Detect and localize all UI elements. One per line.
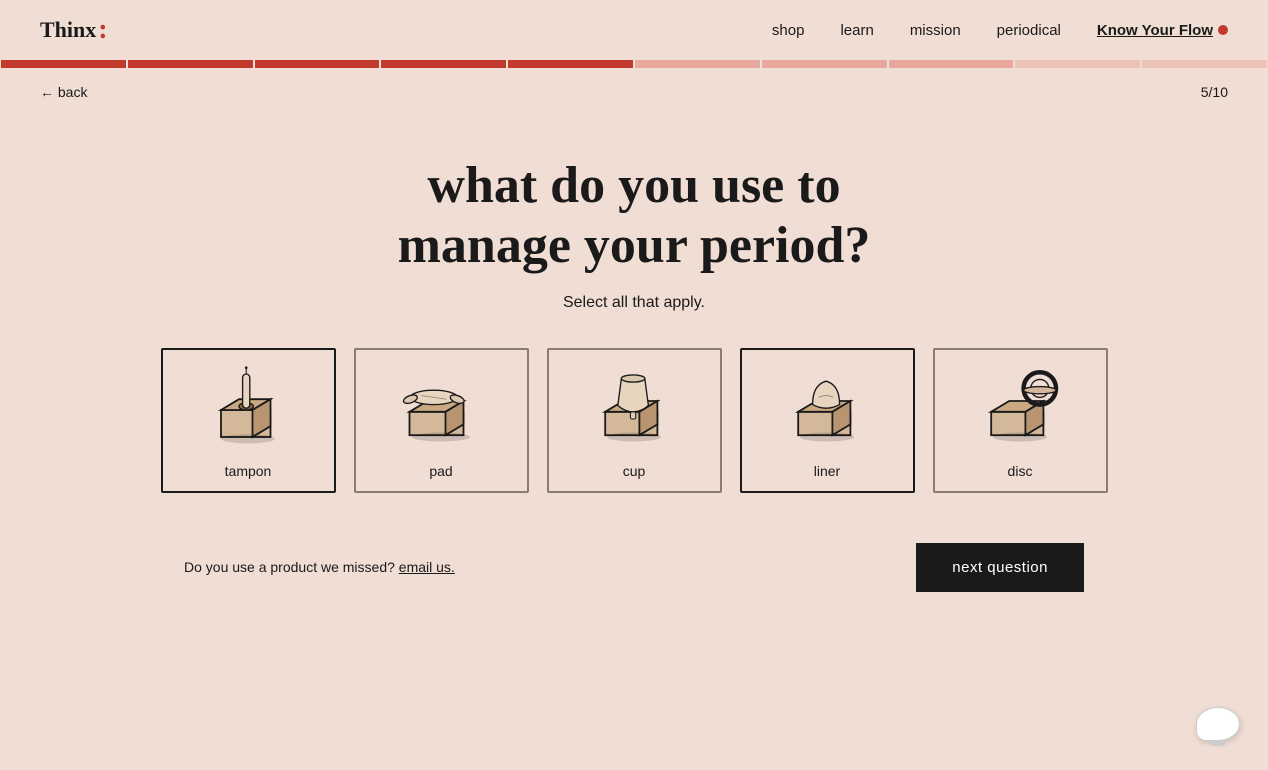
progress-seg-4 <box>381 60 506 68</box>
pad-label: pad <box>429 463 452 479</box>
tampon-icon <box>198 358 298 453</box>
nav-mission[interactable]: mission <box>910 22 961 39</box>
progress-seg-3 <box>255 60 380 68</box>
tampon-label: tampon <box>225 463 272 479</box>
logo[interactable]: Thinx: <box>40 16 108 44</box>
logo-dot: : <box>98 16 107 44</box>
logo-text: Thinx <box>40 17 96 43</box>
question-subtitle: Select all that apply. <box>563 294 705 312</box>
progress-bar <box>0 60 1268 68</box>
nav-kyf[interactable]: Know Your Flow <box>1097 22 1228 39</box>
chat-bubble <box>1196 707 1240 741</box>
next-question-button[interactable]: next question <box>916 543 1084 592</box>
nav-shop[interactable]: shop <box>772 22 805 39</box>
disc-icon <box>970 358 1070 453</box>
options-grid: tampon <box>161 348 1108 493</box>
option-pad[interactable]: pad <box>354 348 529 493</box>
progress-seg-8 <box>889 60 1014 68</box>
disc-label: disc <box>1008 463 1033 479</box>
progress-seg-6 <box>635 60 760 68</box>
nav-links: shop learn mission periodical Know Your … <box>772 22 1228 39</box>
nav-row: ← back 5/10 <box>0 68 1268 116</box>
email-us-link[interactable]: email us. <box>399 559 455 575</box>
back-button[interactable]: ← back <box>40 84 87 100</box>
option-liner[interactable]: liner <box>740 348 915 493</box>
main-content: what do you use to manage your period? S… <box>0 116 1268 622</box>
option-cup[interactable]: cup <box>547 348 722 493</box>
cup-label: cup <box>623 463 646 479</box>
progress-counter: 5/10 <box>1201 84 1228 100</box>
option-tampon[interactable]: tampon <box>161 348 336 493</box>
liner-icon <box>777 358 877 453</box>
question-title-line1: what do you use to <box>427 157 840 214</box>
kyf-dot-indicator <box>1218 25 1228 35</box>
nav-periodical[interactable]: periodical <box>997 22 1061 39</box>
cup-icon <box>584 358 684 453</box>
question-title-line2: manage your period? <box>398 217 871 274</box>
missed-product-text: Do you use a product we missed? email us… <box>184 559 455 575</box>
liner-label: liner <box>814 463 840 479</box>
nav-learn[interactable]: learn <box>840 22 873 39</box>
progress-seg-2 <box>128 60 253 68</box>
progress-seg-1 <box>1 60 126 68</box>
chat-icon[interactable] <box>1196 707 1240 746</box>
progress-seg-7 <box>762 60 887 68</box>
progress-seg-10 <box>1142 60 1267 68</box>
chat-stand <box>1209 740 1227 746</box>
pad-icon <box>391 358 491 453</box>
option-disc[interactable]: disc <box>933 348 1108 493</box>
kyf-label: Know Your Flow <box>1097 22 1213 39</box>
bottom-row: Do you use a product we missed? email us… <box>184 543 1084 622</box>
navbar: Thinx: shop learn mission periodical Kno… <box>0 0 1268 60</box>
missed-text-static: Do you use a product we missed? <box>184 559 395 575</box>
question-title: what do you use to manage your period? <box>398 156 871 276</box>
progress-seg-5 <box>508 60 633 68</box>
progress-seg-9 <box>1015 60 1140 68</box>
